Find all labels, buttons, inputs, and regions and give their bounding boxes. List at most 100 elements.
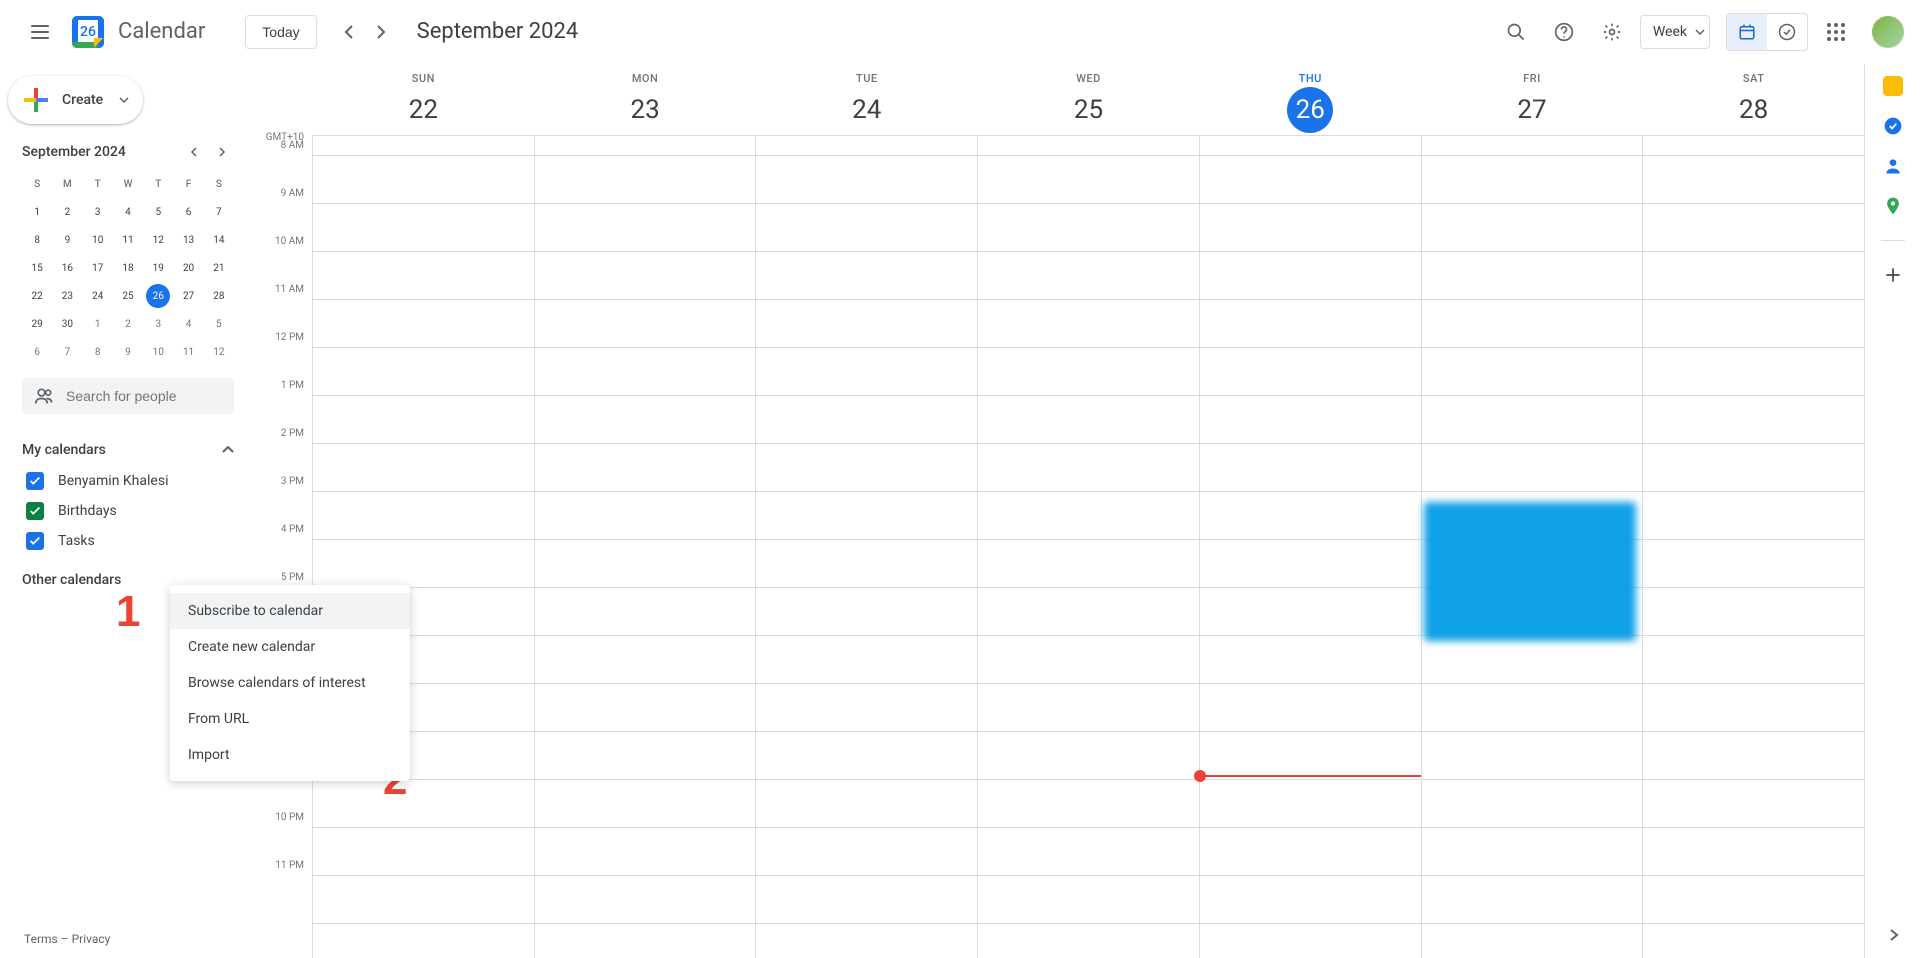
mini-cal-day[interactable]: 8 [22,226,52,254]
mini-cal-day[interactable]: 7 [52,338,82,366]
calendar-item[interactable]: Tasks [22,526,234,556]
calendar-checkbox[interactable] [26,472,44,490]
google-apps-button[interactable] [1816,12,1856,52]
mini-cal-day[interactable]: 3 [143,310,173,338]
mini-cal-day[interactable]: 9 [113,338,143,366]
mini-cal-day[interactable]: 5 [143,198,173,226]
mini-cal-day[interactable]: 1 [22,198,52,226]
day-header[interactable]: MON23 [534,64,756,135]
mini-cal-day[interactable]: 11 [173,338,203,366]
date-number[interactable]: 28 [1731,87,1777,133]
tasks-icon[interactable] [1883,116,1903,136]
next-period-button[interactable] [365,16,397,48]
date-number[interactable]: 22 [400,87,446,133]
mini-cal-day[interactable]: 4 [113,198,143,226]
search-button[interactable] [1496,12,1536,52]
mini-cal-day[interactable]: 6 [173,198,203,226]
mini-cal-day[interactable]: 18 [113,254,143,282]
menu-item[interactable]: Subscribe to calendar [170,593,410,629]
mini-cal-day[interactable]: 2 [52,198,82,226]
date-number[interactable]: 25 [1066,87,1112,133]
mini-cal-day[interactable]: 10 [143,338,173,366]
day-column[interactable] [1421,136,1643,958]
day-column[interactable] [1199,136,1421,958]
terms-link[interactable]: Terms [24,932,58,946]
calendar-checkbox[interactable] [26,532,44,550]
mini-cal-day[interactable]: 9 [52,226,82,254]
support-button[interactable] [1544,12,1584,52]
collapse-panel-button[interactable] [1887,928,1899,946]
mini-cal-day[interactable]: 4 [173,310,203,338]
date-number[interactable]: 26 [1287,87,1333,133]
mini-cal-day[interactable]: 3 [83,198,113,226]
create-button[interactable]: Create [8,76,143,124]
mini-cal-day[interactable]: 17 [83,254,113,282]
mini-cal-day[interactable]: 7 [204,198,234,226]
mini-cal-day[interactable]: 12 [204,338,234,366]
day-header[interactable]: WED25 [977,64,1199,135]
day-header[interactable]: SUN22 [312,64,534,135]
mini-cal-day[interactable]: 14 [204,226,234,254]
maps-icon[interactable] [1883,196,1903,216]
mini-cal-day[interactable]: 28 [204,282,234,310]
mini-cal-day[interactable]: 1 [83,310,113,338]
calendar-view-toggle[interactable] [1727,14,1767,50]
prev-period-button[interactable] [333,16,365,48]
day-column[interactable] [1642,136,1864,958]
account-avatar[interactable] [1872,16,1904,48]
calendar-event[interactable] [1424,502,1637,641]
calendar-item[interactable]: Birthdays [22,496,234,526]
date-range-label[interactable]: September 2024 [417,19,579,44]
calendar-item[interactable]: Benyamin Khalesi [22,466,234,496]
mini-cal-day[interactable]: 25 [113,282,143,310]
menu-item[interactable]: Browse calendars of interest [170,665,410,701]
my-calendars-toggle[interactable]: My calendars [22,434,234,466]
day-column[interactable] [312,136,534,958]
tasks-view-toggle[interactable] [1767,14,1807,50]
grid-body[interactable] [312,136,1864,958]
day-column[interactable] [534,136,756,958]
mini-cal-day[interactable]: 15 [22,254,52,282]
mini-cal-day[interactable]: 19 [143,254,173,282]
mini-cal-day[interactable]: 22 [22,282,52,310]
day-header[interactable]: THU26 [1199,64,1421,135]
mini-cal-day[interactable]: 13 [173,226,203,254]
mini-cal-day[interactable]: 8 [83,338,113,366]
date-number[interactable]: 27 [1509,87,1555,133]
app-logo[interactable]: 26 Calendar [68,12,205,52]
mini-cal-day[interactable]: 24 [83,282,113,310]
keep-icon[interactable] [1883,76,1903,96]
mini-cal-day[interactable]: 6 [22,338,52,366]
mini-cal-day[interactable]: 12 [143,226,173,254]
mini-cal-day[interactable]: 2 [113,310,143,338]
date-number[interactable]: 24 [844,87,890,133]
day-column[interactable] [977,136,1199,958]
view-switcher[interactable]: Week [1640,15,1710,49]
mini-cal-day[interactable]: 10 [83,226,113,254]
mini-cal-day[interactable]: 27 [173,282,203,310]
add-addon-icon[interactable] [1883,265,1903,285]
mini-cal-day[interactable]: 11 [113,226,143,254]
privacy-link[interactable]: Privacy [72,932,111,946]
search-people[interactable] [22,378,234,414]
mini-cal-day[interactable]: 21 [204,254,234,282]
day-header[interactable]: TUE24 [755,64,977,135]
menu-item[interactable]: From URL [170,701,410,737]
date-number[interactable]: 23 [622,87,668,133]
day-column[interactable] [755,136,977,958]
mini-cal-day[interactable]: 16 [52,254,82,282]
mini-cal-day[interactable]: 5 [204,310,234,338]
mini-cal-day[interactable]: 30 [52,310,82,338]
mini-cal-prev[interactable] [182,140,206,164]
calendar-checkbox[interactable] [26,502,44,520]
mini-cal-day[interactable]: 23 [52,282,82,310]
main-menu-button[interactable] [16,8,64,56]
menu-item[interactable]: Create new calendar [170,629,410,665]
search-people-input[interactable] [66,388,247,404]
menu-item[interactable]: Import [170,737,410,773]
day-header[interactable]: SAT28 [1642,64,1864,135]
today-button[interactable]: Today [245,15,316,49]
mini-cal-next[interactable] [210,140,234,164]
day-header[interactable]: FRI27 [1421,64,1643,135]
settings-button[interactable] [1592,12,1632,52]
